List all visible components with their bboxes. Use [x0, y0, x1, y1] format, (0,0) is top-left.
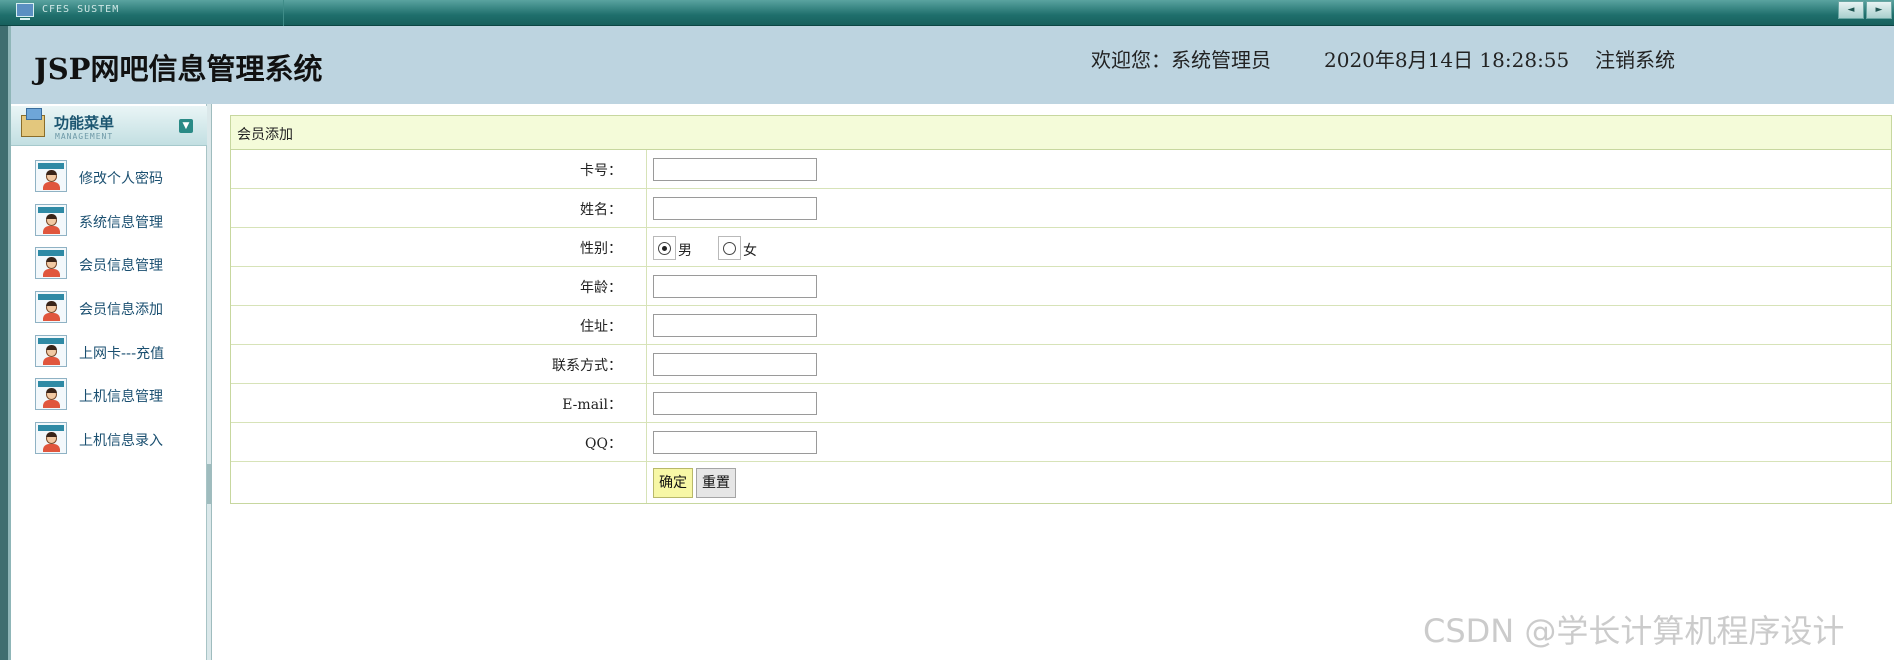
sidebar-item-card-recharge[interactable]: 上网卡---充值: [35, 335, 205, 369]
field-label: 姓名：: [231, 189, 647, 227]
sidebar-splitter[interactable]: [207, 104, 212, 660]
sidebar-item-label: 上网卡---充值: [79, 346, 165, 362]
menu-title: 功能菜单: [54, 114, 115, 132]
watermark: CSDN @学长计算机程序设计: [1423, 612, 1845, 650]
radio-selected-icon: [658, 242, 671, 255]
form-row-card-no: 卡号：: [231, 150, 1891, 189]
gender-male-radio[interactable]: [653, 236, 676, 260]
form-row-age: 年龄：: [231, 267, 1891, 306]
user-icon: [35, 160, 67, 192]
field-label: 年龄：: [231, 267, 647, 305]
field-label: E-mail：: [231, 384, 647, 422]
welcome-text: 欢迎您：系统管理员: [1091, 48, 1271, 72]
user-icon: [35, 291, 67, 323]
sidebar-item-member-add[interactable]: 会员信息添加: [35, 291, 205, 325]
title-bar: CFES SUSTEM ◄ ►: [0, 0, 1894, 26]
sidebar-item-label: 上机信息录入: [79, 433, 163, 449]
sidebar-item-label: 会员信息管理: [79, 258, 163, 274]
form-title: 会员添加: [231, 116, 1891, 150]
menu-subtitle: MANAGEMENT: [55, 132, 114, 141]
user-icon: [35, 204, 67, 236]
user-icon: [35, 422, 67, 454]
collapse-menu-icon[interactable]: ▼: [179, 119, 193, 133]
sidebar-item-label: 系统信息管理: [79, 215, 163, 231]
user-icon: [35, 335, 67, 367]
member-add-form: 会员添加 卡号： 姓名： 性别： 男 女 年龄： 住址： 联系方式： E-mai…: [230, 115, 1892, 504]
field-label: 性别：: [231, 228, 647, 266]
sidebar-item-change-password[interactable]: 修改个人密码: [35, 160, 205, 194]
form-row-qq: QQ：: [231, 423, 1891, 462]
scroll-right-button[interactable]: ►: [1866, 1, 1892, 19]
sidebar-item-session-entry[interactable]: 上机信息录入: [35, 422, 205, 456]
name-input[interactable]: [653, 197, 817, 220]
gender-male-label: 男: [678, 243, 692, 259]
app-title: JSP网吧信息管理系统: [34, 52, 323, 86]
logout-link[interactable]: 注销系统: [1595, 44, 1675, 73]
sidebar: 功能菜单 MANAGEMENT ▼ 修改个人密码 系统信息管理 会员信息管理 会…: [11, 104, 207, 660]
email-input[interactable]: [653, 392, 817, 415]
actions-label-cell: [231, 462, 647, 503]
gender-female-radio[interactable]: [718, 236, 741, 260]
form-row-gender: 性别： 男 女: [231, 228, 1891, 267]
age-input[interactable]: [653, 275, 817, 298]
contact-input[interactable]: [653, 353, 817, 376]
field-label: 卡号：: [231, 150, 647, 188]
sidebar-item-label: 修改个人密码: [79, 171, 163, 187]
field-label: QQ：: [231, 423, 647, 461]
submit-button[interactable]: 确定: [653, 468, 693, 498]
user-icon: [35, 378, 67, 410]
system-name: CFES SUSTEM: [42, 4, 120, 15]
user-icon: [35, 247, 67, 279]
left-frame-border: [0, 26, 8, 660]
monitor-icon: [16, 3, 34, 20]
menu-folder-icon: [21, 108, 45, 137]
reset-button[interactable]: 重置: [696, 468, 736, 498]
form-row-actions: 确定 重置: [231, 462, 1891, 503]
sidebar-item-label: 上机信息管理: [79, 389, 163, 405]
splitter-grip[interactable]: [207, 464, 212, 504]
address-input[interactable]: [653, 314, 817, 337]
radio-unselected-icon: [723, 242, 736, 255]
form-row-email: E-mail：: [231, 384, 1891, 423]
gender-female-label: 女: [743, 243, 757, 259]
sidebar-item-session-manage[interactable]: 上机信息管理: [35, 378, 205, 412]
form-row-name: 姓名：: [231, 189, 1891, 228]
scroll-left-button[interactable]: ◄: [1838, 1, 1864, 19]
form-row-address: 住址：: [231, 306, 1891, 345]
form-row-contact: 联系方式：: [231, 345, 1891, 384]
field-label: 住址：: [231, 306, 647, 344]
sidebar-item-member-manage[interactable]: 会员信息管理: [35, 247, 205, 281]
title-bar-divider: [283, 0, 284, 26]
datetime-text: 2020年8月14日 18:28:55: [1324, 48, 1570, 72]
qq-input[interactable]: [653, 431, 817, 454]
field-label: 联系方式：: [231, 345, 647, 383]
menu-header: 功能菜单 MANAGEMENT ▼: [11, 106, 207, 146]
sidebar-item-label: 会员信息添加: [79, 302, 163, 318]
card-number-input[interactable]: [653, 158, 817, 181]
sidebar-item-system-info[interactable]: 系统信息管理: [35, 204, 205, 238]
